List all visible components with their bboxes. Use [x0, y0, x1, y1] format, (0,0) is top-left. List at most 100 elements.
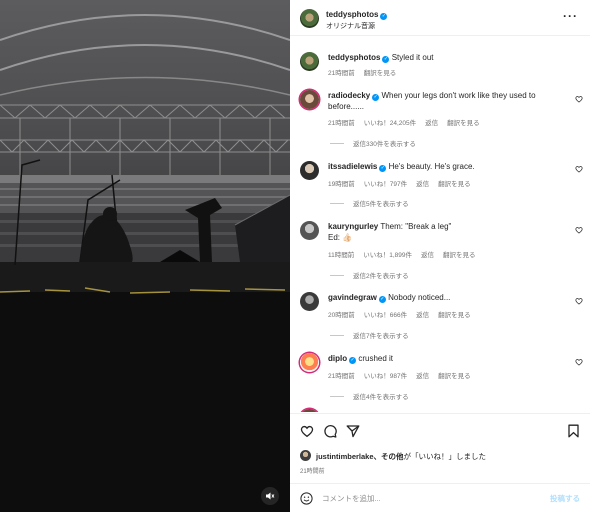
verified-badge-icon: ✓ [372, 94, 380, 101]
comment-body-line2: Ed: 👍🏻 [328, 233, 353, 242]
post-timestamp[interactable]: 21時間前 [300, 466, 325, 475]
comment-body: Nobody noticed... [388, 293, 451, 302]
comment-likes[interactable]: いいね！24,205件 [364, 117, 416, 127]
comment-meta: 21時間前 いいね！24,205件 返信 翻訳を見る [328, 117, 480, 127]
comment-avatar[interactable] [300, 292, 319, 311]
reply-button[interactable]: 返信 [421, 249, 434, 259]
emoji-icon[interactable] [300, 492, 313, 505]
heart-icon[interactable] [575, 358, 583, 366]
comment-time[interactable]: 11時間前 [328, 249, 354, 259]
comment-text: gavindegraw ✓ Nobody noticed... [328, 292, 568, 303]
verified-badge-icon: ✓ [382, 56, 390, 63]
caption: teddysphotos ✓ Styled it out [328, 52, 434, 63]
likes-summary[interactable]: justintimberlake、その他が「いいね！」しました [316, 451, 486, 462]
view-replies-button[interactable]: 返信2件を表示する [330, 270, 409, 280]
more-options-icon[interactable]: ··· [563, 10, 578, 22]
comment-meta: 11時間前 いいね！1,899件 返信 翻訳を見る [328, 249, 476, 259]
liker-avatar[interactable] [300, 450, 311, 461]
share-icon[interactable] [346, 424, 360, 438]
post-header: teddysphotos ✓ オリジナル音源 ··· [290, 0, 590, 36]
comments-list[interactable]: teddysphotos ✓ Styled it out 21時間前 翻訳を見る … [290, 37, 590, 412]
heart-icon[interactable] [575, 226, 583, 234]
caption-avatar[interactable] [300, 52, 319, 71]
comment-text: kauryngurley Them: "Break a leg" Ed: 👍🏻 [328, 221, 568, 243]
comment-likes[interactable]: いいね！1,899件 [363, 249, 412, 259]
comment-likes[interactable]: いいね！666件 [364, 309, 407, 319]
comment-username[interactable]: radiodecky [328, 91, 370, 100]
replies-line [330, 334, 344, 336]
heart-icon[interactable] [575, 297, 583, 305]
comment-avatar[interactable] [300, 90, 319, 109]
view-replies-button[interactable]: 返信330件を表示する [330, 138, 416, 148]
speaker-muted-icon [266, 492, 275, 500]
caption-username[interactable]: teddysphotos [328, 53, 380, 62]
caption-time[interactable]: 21時間前 [328, 67, 355, 77]
liker-username[interactable]: justintimberlake [316, 452, 374, 461]
comment-username[interactable]: diplo [328, 354, 347, 363]
heart-icon[interactable] [300, 424, 314, 438]
comment-avatar[interactable] [300, 353, 319, 372]
view-replies-button[interactable]: 返信5件を表示する [330, 198, 409, 208]
see-translation-link[interactable]: 翻訳を見る [438, 178, 471, 188]
reply-button[interactable]: 返信 [416, 370, 429, 380]
reply-button[interactable]: 返信 [425, 117, 438, 127]
comment-username[interactable]: kauryngurley [328, 222, 378, 231]
replies-line [330, 274, 344, 276]
comment-username[interactable]: itssadielewis [328, 162, 377, 171]
comment-text: radiodecky ✓ When your legs don't work li… [328, 90, 568, 112]
author-username[interactable]: teddysphotos ✓ [326, 10, 388, 20]
comment-time[interactable]: 19時間前 [328, 178, 355, 188]
post-video[interactable] [0, 0, 290, 512]
see-translation-link[interactable]: 翻訳を見る [443, 249, 476, 259]
comment-time[interactable]: 21時間前 [328, 370, 355, 380]
view-replies-button[interactable]: 返信7件を表示する [330, 330, 409, 340]
audio-label[interactable]: オリジナル音源 [326, 21, 375, 31]
likes-others[interactable]: 、その他 [374, 452, 404, 461]
comment-username[interactable]: gavindegraw [328, 293, 377, 302]
see-translation-link[interactable]: 翻訳を見る [438, 370, 471, 380]
comment-avatar[interactable] [300, 161, 319, 180]
comment-likes[interactable]: いいね！987件 [364, 370, 407, 380]
bookmark-icon[interactable] [567, 424, 580, 438]
view-replies-button[interactable]: 返信4件を表示する [330, 391, 409, 401]
add-comment-bar: 投稿する [290, 483, 590, 512]
verified-badge-icon: ✓ [378, 296, 386, 303]
mute-button[interactable] [261, 487, 279, 505]
comment-avatar[interactable] [300, 409, 319, 412]
comment-time[interactable]: 21時間前 [328, 117, 355, 127]
caption-text: Styled it out [391, 53, 434, 62]
divider [290, 413, 590, 414]
caption-meta: 21時間前 翻訳を見る [328, 67, 396, 77]
view-replies-label[interactable]: 返信2件を表示する [353, 270, 409, 280]
comment-likes[interactable]: いいね！797件 [364, 178, 407, 188]
heart-icon[interactable] [575, 165, 583, 173]
view-replies-label[interactable]: 返信5件を表示する [353, 198, 409, 208]
see-translation-link[interactable]: 翻訳を見る [364, 67, 397, 77]
heart-icon[interactable] [575, 95, 583, 103]
likes-suffix: が「いいね！」しました [403, 452, 487, 461]
reply-button[interactable]: 返信 [416, 178, 429, 188]
replies-line [330, 142, 344, 144]
verified-badge-icon: ✓ [379, 165, 387, 172]
see-translation-link[interactable]: 翻訳を見る [438, 309, 471, 319]
comment-body: crushed it [358, 354, 394, 363]
author-name[interactable]: teddysphotos [326, 10, 378, 19]
reply-button[interactable]: 返信 [416, 309, 429, 319]
verified-badge-icon: ✓ [380, 13, 388, 20]
replies-line [330, 202, 344, 204]
verified-badge-icon: ✓ [349, 357, 357, 364]
view-replies-label[interactable]: 返信7件を表示する [353, 330, 409, 340]
replies-line [330, 395, 344, 397]
comment-avatar[interactable] [300, 221, 319, 240]
author-avatar[interactable] [300, 9, 319, 28]
see-translation-link[interactable]: 翻訳を見る [447, 117, 480, 127]
comment-icon[interactable] [323, 424, 337, 438]
comment-input[interactable] [322, 490, 532, 506]
view-replies-label[interactable]: 返信330件を表示する [353, 138, 416, 148]
comment-meta: 20時間前 いいね！666件 返信 翻訳を見る [328, 309, 471, 319]
comment-body: He's beauty. He's grace. [388, 162, 475, 171]
view-replies-label[interactable]: 返信4件を表示する [353, 391, 409, 401]
comment-meta: 21時間前 いいね！987件 返信 翻訳を見る [328, 370, 471, 380]
comment-time[interactable]: 20時間前 [328, 309, 355, 319]
post-comment-button[interactable]: 投稿する [550, 493, 580, 504]
